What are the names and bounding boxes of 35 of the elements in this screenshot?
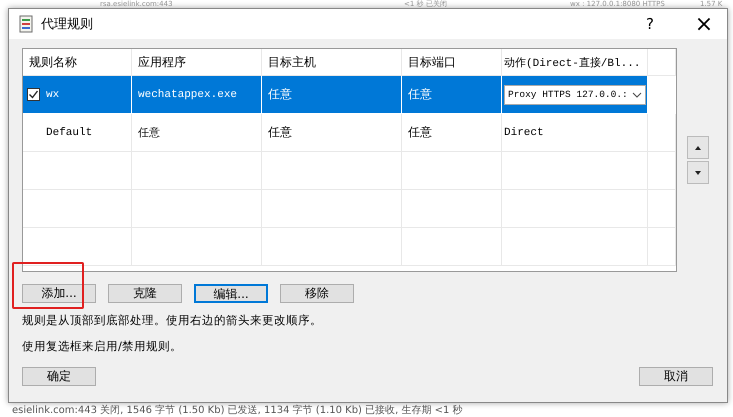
close-button[interactable]: ×	[681, 9, 727, 39]
log-text: esielink.com:443 关闭, 1546 字节 (1.50 Kb) 已发送, 1134 字节 (1.10 Kb) 已接收, 生存期 <1 秒	[12, 404, 463, 417]
table-cell: Default	[46, 126, 92, 138]
triangle-up-icon	[695, 146, 701, 150]
table-cell	[648, 114, 676, 152]
table-cell-text: 任意	[138, 126, 160, 140]
move-up-button[interactable]	[687, 136, 709, 159]
table-cell: Direct	[504, 126, 544, 138]
table-cell	[648, 228, 676, 266]
table-cell: wechatappex.exe	[138, 88, 238, 100]
table-cell: 任意	[408, 86, 432, 103]
triangle-down-icon	[695, 170, 701, 174]
chevron-down-icon	[632, 92, 642, 98]
table-cell: 任意	[268, 86, 292, 103]
window-title: 代理规则	[41, 16, 93, 33]
checkbox[interactable]	[27, 88, 40, 101]
table-cell: wx	[46, 88, 60, 100]
table-row[interactable]: Default 任意 任意 任意 Direct	[23, 114, 676, 152]
hint-text: 使用复选框来启用/禁用规则。	[22, 338, 183, 355]
help-button[interactable]: ?	[627, 9, 673, 39]
action-button[interactable]: 移除	[280, 284, 354, 303]
table-row[interactable]: wx wechatappex.exe 任意 任意 Proxy HTTPS 127.0.0.:	[23, 76, 676, 114]
table-cell: 任意	[408, 124, 432, 141]
hint-text: 规则是从顶部到底部处理。使用右边的箭头来更改顺序。	[22, 312, 323, 329]
table-cell	[648, 190, 676, 228]
action-dropdown[interactable]: Proxy HTTPS 127.0.0.:	[504, 84, 646, 104]
document-icon	[19, 15, 33, 33]
table-cell: 任意	[268, 124, 292, 141]
ok-button[interactable]: 确定	[22, 367, 96, 386]
cancel-button[interactable]: 取消	[639, 367, 713, 386]
action-button[interactable]: 克隆	[108, 284, 182, 303]
move-down-button[interactable]	[687, 161, 709, 184]
table-cell	[648, 152, 676, 190]
action-button[interactable]: 编辑...	[194, 284, 268, 303]
action-button[interactable]: 添加...	[22, 284, 96, 303]
